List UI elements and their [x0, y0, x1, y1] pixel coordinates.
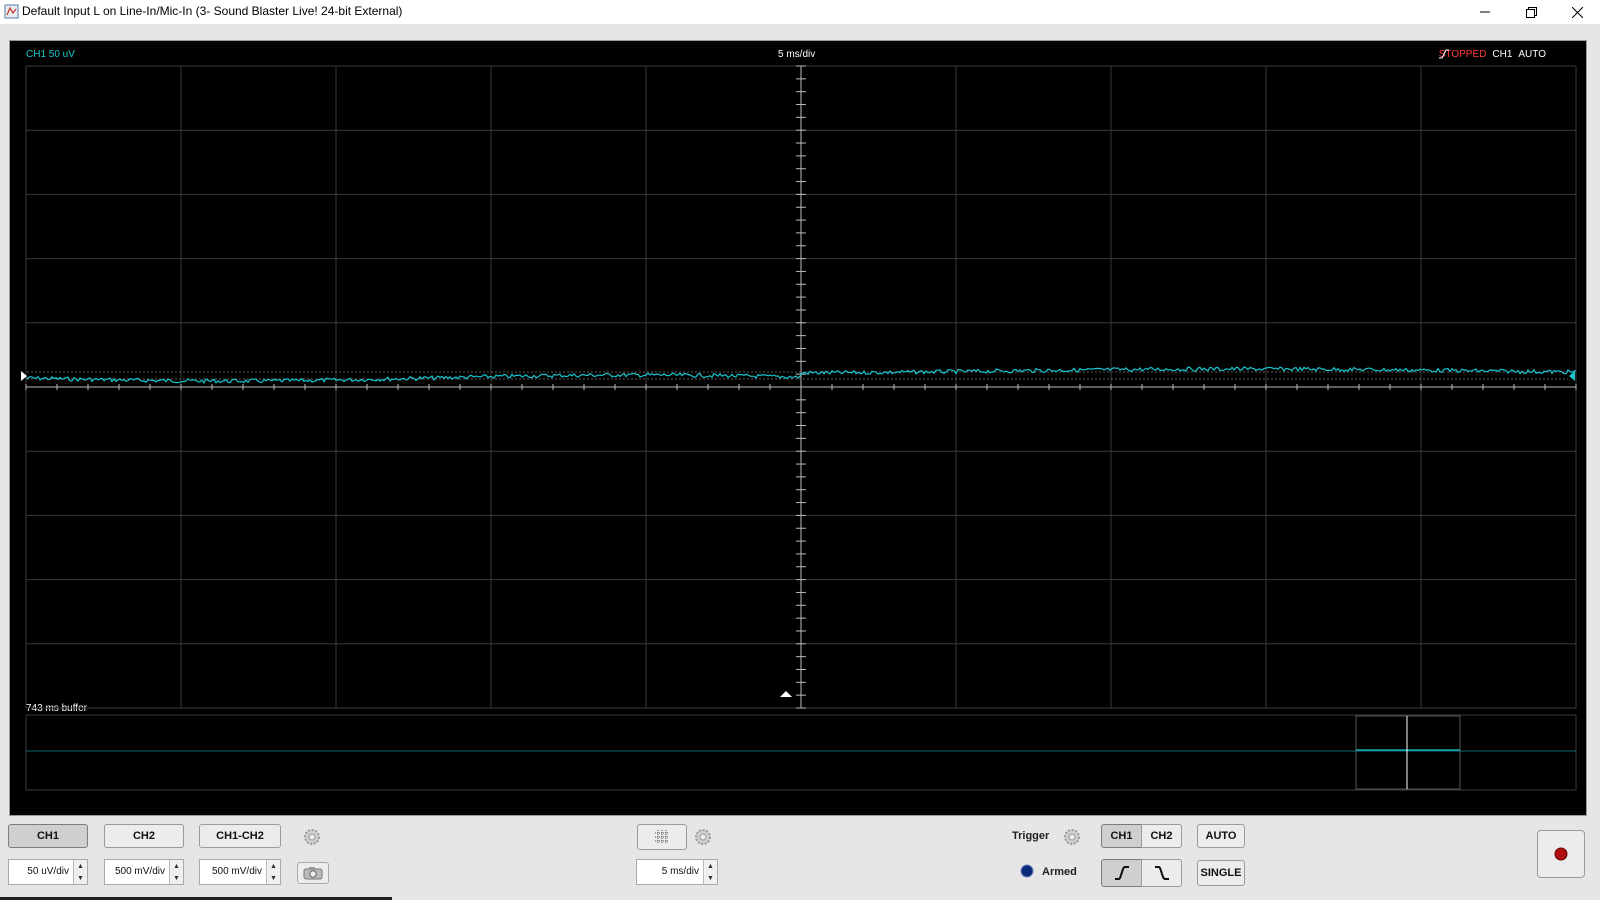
- ch2-scale-arrows[interactable]: ▲ ▼: [169, 860, 183, 884]
- timebase-value: 5 ms/div: [661, 866, 699, 877]
- minimize-icon: [1480, 11, 1490, 13]
- armed-indicator: [1020, 864, 1034, 878]
- gear-icon: [1064, 829, 1080, 845]
- restore-button[interactable]: [1508, 0, 1554, 24]
- trigger-ch2-button[interactable]: CH2: [1141, 824, 1182, 848]
- gear-icon: [695, 829, 711, 845]
- snapshot-button[interactable]: [297, 862, 329, 884]
- rising-edge-button[interactable]: [1101, 859, 1142, 887]
- ch2-scale-value: 500 mV/div: [114, 866, 165, 877]
- rising-edge-icon: [1114, 866, 1129, 880]
- ch2-button[interactable]: CH2: [104, 824, 184, 848]
- trigger-ch1-button[interactable]: CH1: [1101, 824, 1142, 848]
- ch1-ch2-scale-arrows[interactable]: ▲ ▼: [266, 860, 280, 884]
- trigger-auto-button[interactable]: AUTO: [1197, 824, 1245, 848]
- record-button[interactable]: [1537, 830, 1585, 878]
- ch1-ch2-scale-stepper[interactable]: 500 mV/div ▲ ▼: [199, 859, 281, 885]
- timebase-settings-button[interactable]: [692, 826, 714, 848]
- gear-icon: [304, 829, 320, 845]
- restore-icon: [1525, 6, 1537, 18]
- ch1-ch2-scale-value: 500 mV/div: [211, 866, 262, 877]
- ch1-button[interactable]: CH1: [8, 824, 88, 848]
- app-icon: [4, 4, 19, 19]
- close-icon: [1571, 6, 1583, 18]
- trigger-label: Trigger: [1012, 830, 1050, 842]
- ch1-scale-arrows[interactable]: ▲ ▼: [73, 860, 87, 884]
- window-title: Default Input L on Line-In/Mic-In (3- So…: [22, 4, 403, 18]
- center-ticks: [25, 65, 1577, 709]
- timebase-stepper[interactable]: 5 ms/div ▲ ▼: [636, 859, 718, 885]
- grid-toggle-button[interactable]: [637, 824, 687, 850]
- single-button[interactable]: SINGLE: [1197, 860, 1245, 886]
- ch1-scale-value: 50 uV/div: [27, 866, 69, 877]
- ch1-ch2-button[interactable]: CH1-CH2: [199, 824, 281, 848]
- close-button[interactable]: [1554, 0, 1600, 24]
- buffer-overview[interactable]: [25, 714, 1577, 791]
- scope-svg: [21, 65, 1577, 791]
- channel-settings-button[interactable]: [301, 826, 323, 848]
- ch2-scale-stepper[interactable]: 500 mV/div ▲ ▼: [104, 859, 184, 885]
- falling-edge-button[interactable]: [1141, 859, 1182, 887]
- grid-icon: [655, 830, 669, 844]
- trigger-settings-button[interactable]: [1061, 826, 1083, 848]
- camera-icon: [303, 867, 323, 880]
- title-bar: Default Input L on Line-In/Mic-In (3- So…: [0, 0, 1600, 24]
- scope-display[interactable]: CH1 50 uV 5 ms/div STOPPED CH1 AUTO 743 …: [9, 40, 1587, 816]
- timebase-arrows[interactable]: ▲ ▼: [703, 860, 717, 884]
- ch1-scale-stepper[interactable]: 50 uV/div ▲ ▼: [8, 859, 88, 885]
- armed-led-icon: [1020, 864, 1034, 878]
- falling-edge-icon: [1154, 866, 1169, 880]
- trigger-position-marker[interactable]: [780, 691, 792, 697]
- armed-label: Armed: [1042, 866, 1077, 878]
- record-icon: [1554, 847, 1568, 861]
- minimize-button[interactable]: [1462, 0, 1508, 24]
